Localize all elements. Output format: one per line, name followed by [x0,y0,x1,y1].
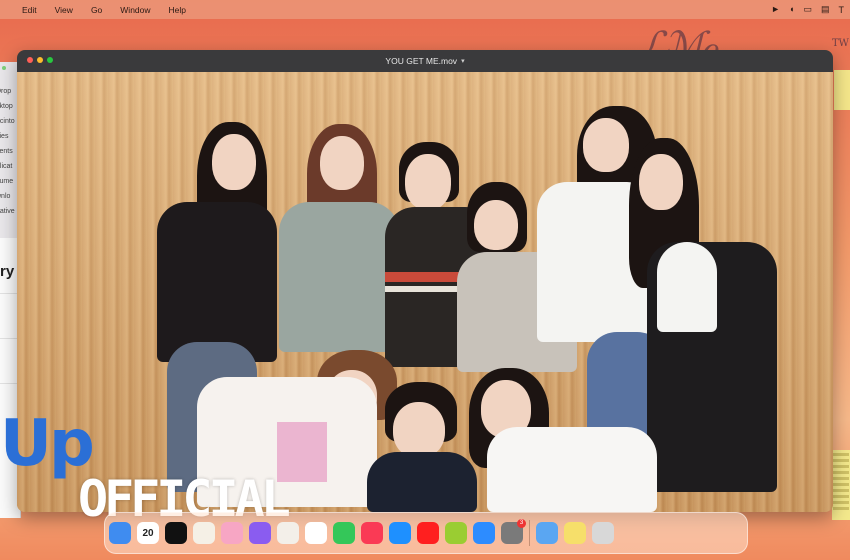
photos-icon[interactable] [221,522,243,544]
player-titlebar[interactable]: YOU GET ME.mov ▾ [17,50,833,72]
weverse-icon[interactable] [305,522,327,544]
menu-go[interactable]: Go [91,5,102,15]
video-frame[interactable] [17,72,833,512]
menu-help[interactable]: Help [169,5,186,15]
sticky-note-list[interactable] [832,450,850,520]
trash-icon[interactable] [592,522,614,544]
freeform-icon[interactable] [277,522,299,544]
safari-icon[interactable] [389,522,411,544]
youtube-icon[interactable] [417,522,439,544]
chevron-down-icon[interactable]: ▾ [461,57,465,65]
notes-icon[interactable] [193,522,215,544]
system-settings-icon[interactable]: 3 [501,519,526,544]
facetime-icon[interactable] [333,522,355,544]
window-dot-icon [2,66,6,70]
wallpaper-text-decoration: TW [832,38,849,49]
status-area: ► ◖ ▭ ▤ T [771,0,850,19]
wifi-icon[interactable]: ◖ [789,5,794,14]
finder-icon[interactable] [109,522,131,544]
sticky-note[interactable] [834,70,850,110]
chrome-icon[interactable] [445,522,467,544]
dock-separator [529,520,530,546]
close-button[interactable] [27,57,33,63]
menu-view[interactable]: View [55,5,73,15]
calendar-date: 20 [142,527,154,539]
menu-window[interactable]: Window [120,5,150,15]
notes-stack-icon[interactable] [564,522,586,544]
capcut-icon[interactable] [165,522,187,544]
app-store-icon[interactable] [473,522,495,544]
volume-icon[interactable]: ► [771,5,780,14]
minimize-button[interactable] [37,57,43,63]
notification-badge: 3 [517,519,526,528]
folder-icon[interactable] [536,522,558,544]
zoom-button[interactable] [47,57,53,63]
dock: 20 3 [104,512,748,554]
notes-title: ry [0,263,15,280]
music-icon[interactable] [361,522,383,544]
menu-bar: Edit View Go Window Help ► ◖ ▭ ▤ T [0,0,850,19]
control-center-icon[interactable]: ▤ [821,5,830,14]
calendar-icon[interactable]: 20 [137,522,159,544]
siri-icon[interactable] [249,522,271,544]
player-title: YOU GET ME.mov [385,56,458,66]
menu-edit[interactable]: Edit [22,5,37,15]
clock-text[interactable]: T [839,5,845,15]
video-player-window[interactable]: YOU GET ME.mov ▾ [17,50,833,512]
battery-icon[interactable]: ▭ [803,5,812,14]
